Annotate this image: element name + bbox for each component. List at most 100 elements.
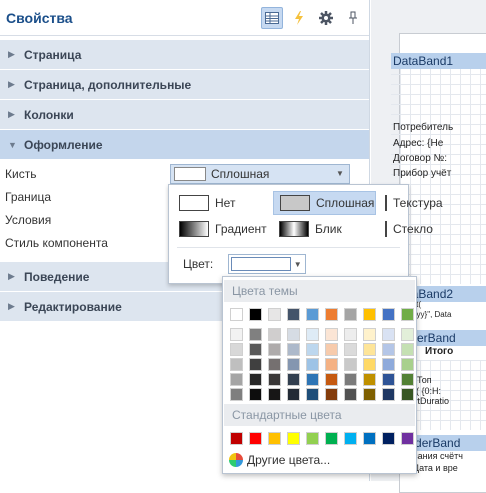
theme-colors-title: Цвета темы (224, 280, 415, 302)
brush-type-none[interactable]: Нет (173, 191, 271, 215)
section-appearance[interactable]: ▼ Оформление (0, 130, 369, 160)
expand-arrow-icon: ▶ (8, 79, 15, 89)
color-swatch[interactable] (382, 328, 395, 341)
color-swatch[interactable] (230, 343, 243, 356)
brush-type-solid[interactable]: Сплошная (273, 191, 376, 215)
color-swatch[interactable] (382, 308, 395, 321)
color-swatch[interactable] (306, 308, 319, 321)
color-swatch[interactable] (363, 432, 376, 445)
color-swatch[interactable] (249, 432, 262, 445)
color-swatch[interactable] (249, 343, 262, 356)
settings-button[interactable] (315, 7, 337, 29)
brush-type-label: Нет (215, 196, 236, 210)
color-swatch[interactable] (287, 388, 300, 401)
color-swatch[interactable] (344, 432, 357, 445)
color-swatch[interactable] (401, 432, 414, 445)
color-swatch[interactable] (401, 373, 414, 386)
color-swatch[interactable] (382, 373, 395, 386)
color-swatch[interactable] (287, 343, 300, 356)
pin-button[interactable] (342, 7, 364, 29)
color-swatch[interactable] (230, 373, 243, 386)
brush-type-label: Блик (315, 222, 342, 236)
pin-icon (349, 11, 357, 24)
color-swatch[interactable] (230, 358, 243, 371)
events-button[interactable] (288, 7, 310, 29)
expand-arrow-icon: ▶ (8, 301, 15, 311)
color-swatch[interactable] (401, 308, 414, 321)
property-name: Кисть (5, 166, 37, 181)
color-swatch[interactable] (230, 432, 243, 445)
color-swatch[interactable] (306, 343, 319, 356)
color-swatch[interactable] (268, 432, 281, 445)
brush-dropdown[interactable]: Сплошная ▼ (170, 163, 350, 184)
color-swatch[interactable] (344, 343, 357, 356)
section-columns[interactable]: ▶ Колонки (0, 100, 369, 130)
color-swatch[interactable] (268, 358, 281, 371)
more-colors-button[interactable]: Другие цвета... (229, 453, 330, 467)
color-swatch[interactable] (287, 358, 300, 371)
color-swatch[interactable] (344, 328, 357, 341)
color-swatch[interactable] (306, 388, 319, 401)
color-swatch[interactable] (268, 343, 281, 356)
color-swatch[interactable] (268, 328, 281, 341)
more-colors-label: Другие цвета... (247, 453, 331, 467)
color-swatch[interactable] (230, 328, 243, 341)
color-swatch[interactable] (363, 373, 376, 386)
brush-type-popup: Нет Сплошная Текстура Градиент Блик Стек… (168, 184, 443, 284)
color-swatch[interactable] (306, 358, 319, 371)
color-swatch[interactable] (363, 328, 376, 341)
color-swatch[interactable] (268, 388, 281, 401)
color-swatch[interactable] (325, 308, 338, 321)
brush-type-hatch[interactable]: Текстура (379, 191, 443, 215)
color-label: Цвет: (183, 257, 214, 271)
grid-view-button[interactable] (261, 6, 283, 29)
color-swatch[interactable] (401, 358, 414, 371)
color-swatch[interactable] (268, 373, 281, 386)
color-swatch[interactable] (363, 308, 376, 321)
band-header-databand1[interactable]: DataBand1 (391, 53, 486, 69)
color-swatch[interactable] (325, 373, 338, 386)
brush-type-glare[interactable]: Блик (273, 217, 376, 241)
color-swatch[interactable] (382, 432, 395, 445)
color-swatch[interactable] (268, 308, 281, 321)
color-swatch[interactable] (382, 358, 395, 371)
color-swatch[interactable] (363, 343, 376, 356)
color-swatch[interactable] (287, 432, 300, 445)
color-swatch[interactable] (363, 358, 376, 371)
color-swatch[interactable] (287, 328, 300, 341)
color-swatch[interactable] (306, 373, 319, 386)
color-swatch[interactable] (249, 358, 262, 371)
section-page-extra[interactable]: ▶ Страница, дополнительные (0, 70, 369, 100)
section-page[interactable]: ▶ Страница (0, 40, 369, 70)
color-swatch[interactable] (344, 388, 357, 401)
color-swatch[interactable] (344, 358, 357, 371)
color-swatch[interactable] (249, 328, 262, 341)
color-swatch[interactable] (306, 328, 319, 341)
color-swatch[interactable] (401, 388, 414, 401)
color-swatch[interactable] (344, 308, 357, 321)
color-swatch[interactable] (287, 308, 300, 321)
color-swatch[interactable] (325, 328, 338, 341)
color-swatch[interactable] (287, 373, 300, 386)
color-swatch[interactable] (382, 388, 395, 401)
color-dropdown[interactable]: ▼ (228, 254, 306, 274)
color-swatch[interactable] (325, 388, 338, 401)
color-swatch[interactable] (325, 432, 338, 445)
brush-type-gradient[interactable]: Градиент (173, 217, 271, 241)
color-swatch[interactable] (249, 373, 262, 386)
color-swatch[interactable] (401, 328, 414, 341)
color-swatch[interactable] (249, 388, 262, 401)
section-label: Страница (24, 47, 82, 62)
color-swatch[interactable] (325, 343, 338, 356)
color-swatch[interactable] (401, 343, 414, 356)
color-swatch[interactable] (344, 373, 357, 386)
color-swatch[interactable] (230, 388, 243, 401)
color-swatch[interactable] (249, 308, 262, 321)
expand-arrow-icon: ▶ (8, 109, 15, 119)
color-swatch[interactable] (382, 343, 395, 356)
color-swatch[interactable] (230, 308, 243, 321)
color-swatch[interactable] (325, 358, 338, 371)
color-swatch[interactable] (363, 388, 376, 401)
color-swatch[interactable] (306, 432, 319, 445)
brush-type-glass[interactable]: Стекло (379, 217, 433, 241)
